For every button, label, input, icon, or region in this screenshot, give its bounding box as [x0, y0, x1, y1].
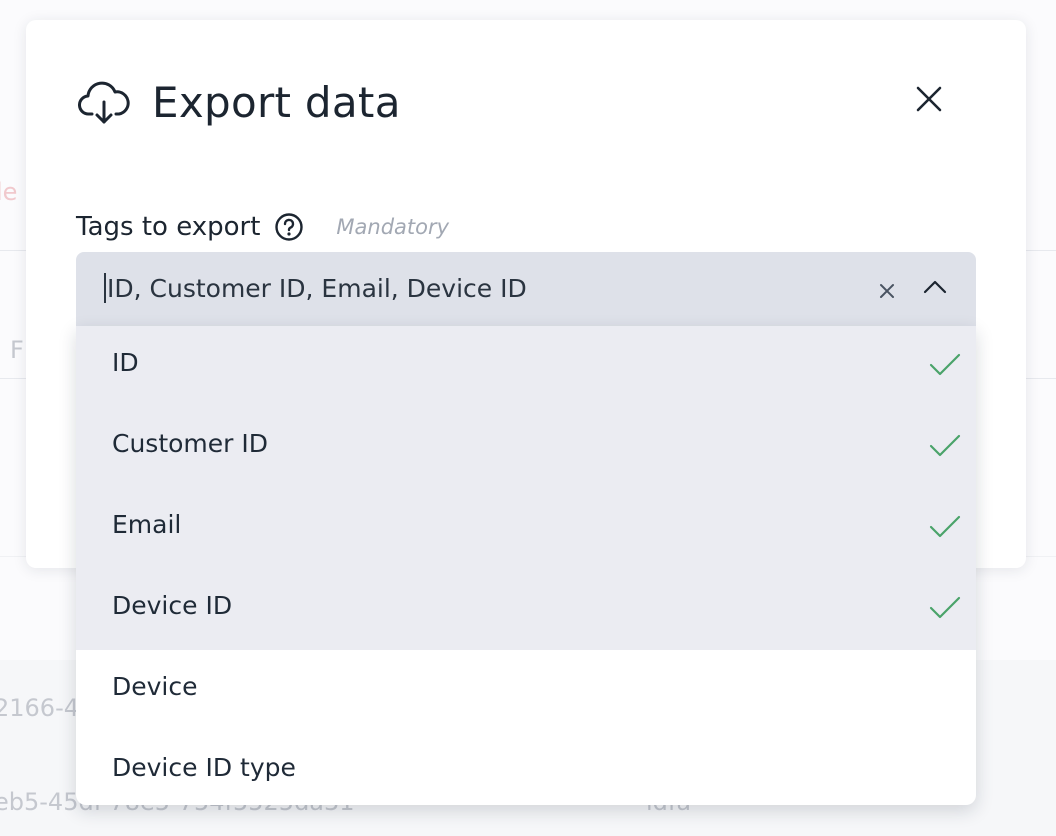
option-customer-id[interactable]: Customer ID [76, 407, 976, 488]
tags-select[interactable]: ID, Customer ID, Email, Device ID [76, 252, 976, 326]
text-cursor [104, 273, 106, 303]
option-label: Device ID [112, 591, 233, 620]
close-icon [916, 86, 942, 112]
tags-dropdown: ID Customer ID Email Device ID Device De… [76, 326, 976, 805]
check-icon [929, 515, 961, 538]
background-text: F [10, 336, 24, 364]
field-label: Tags to export [76, 212, 261, 242]
question-circle-icon[interactable] [274, 212, 304, 242]
background-text: le [0, 178, 18, 206]
option-device[interactable]: Device [76, 650, 976, 731]
select-value: ID, Customer ID, Email, Device ID [107, 274, 527, 303]
modal-title: Export data [152, 78, 401, 127]
check-icon [929, 596, 961, 619]
mandatory-hint: Mandatory [336, 215, 450, 239]
tags-field-label-row: Tags to export Mandatory [76, 212, 449, 242]
option-label: Email [112, 510, 182, 539]
option-email[interactable]: Email [76, 488, 976, 569]
clear-icon[interactable] [876, 280, 898, 302]
cloud-download-icon [78, 81, 130, 123]
close-button[interactable] [910, 80, 948, 118]
modal-header: Export data [78, 78, 401, 127]
option-label: ID [112, 348, 139, 377]
option-id[interactable]: ID [76, 326, 976, 407]
chevron-up-icon[interactable] [922, 277, 948, 297]
check-icon [929, 434, 961, 457]
check-icon [929, 353, 961, 376]
option-device-id-type[interactable]: Device ID type [76, 731, 976, 805]
background-text: 2166-4 [0, 694, 80, 722]
option-device-id[interactable]: Device ID [76, 569, 976, 650]
option-label: Customer ID [112, 429, 269, 458]
option-label: Device ID type [112, 753, 296, 782]
option-label: Device [112, 672, 198, 701]
